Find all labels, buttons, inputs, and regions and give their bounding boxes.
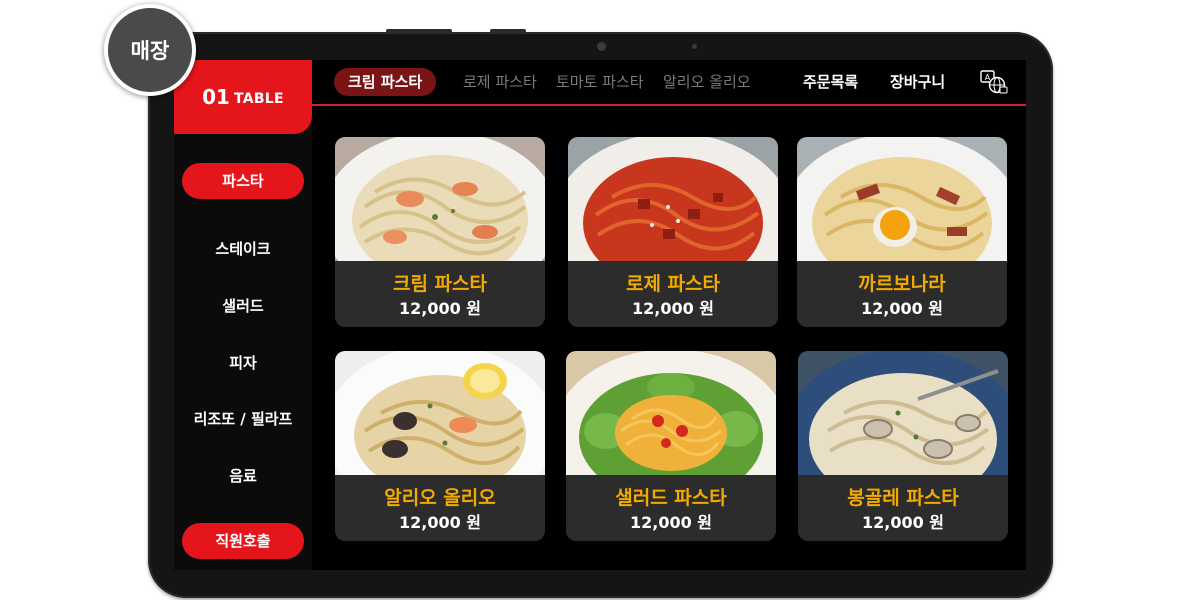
category-salad[interactable]: 샐러드 (174, 295, 312, 316)
menu-item-name: 샐러드 파스타 (615, 487, 727, 509)
menu-item-price: 12,000 원 (398, 513, 482, 532)
category-pizza[interactable]: 피자 (174, 352, 312, 373)
salad-pasta-photo (566, 351, 776, 475)
menu-item-price: 12,000 원 (861, 513, 945, 532)
menu-item-card[interactable]: 알리오 올리오 12,000 원 (335, 351, 545, 541)
rose-pasta-photo (568, 137, 778, 261)
aglio-olio-photo (335, 351, 545, 475)
category-steak[interactable]: 스테이크 (174, 238, 312, 259)
menu-item-card[interactable]: 로제 파스타 12,000 원 (568, 137, 778, 327)
carbonara-photo (797, 137, 1007, 261)
vongole-pasta-photo (798, 351, 1008, 475)
menu-item-name: 크림 파스타 (392, 273, 487, 295)
cart-button[interactable]: 장바구니 (890, 68, 945, 96)
tab-tomato-pasta[interactable]: 토마토 파스타 (556, 68, 644, 96)
kiosk-screen: 01 TABLE 파스타 스테이크 샐러드 피자 리조또 / 필라프 음료 직원… (174, 60, 1026, 570)
table-number: 01 TABLE (174, 60, 312, 134)
menu-item-name: 까르보나라 (858, 273, 946, 295)
menu-item-price: 12,000 원 (398, 299, 482, 318)
category-sidebar: 01 TABLE 파스타 스테이크 샐러드 피자 리조또 / 필라프 음료 직원… (174, 60, 312, 570)
call-staff-button[interactable]: 직원호출 (182, 523, 304, 559)
svg-text:A: A (985, 73, 991, 82)
language-icon[interactable]: A (980, 70, 1008, 94)
category-pasta[interactable]: 파스타 (182, 163, 304, 199)
menu-item-card[interactable]: 크림 파스타 12,000 원 (335, 137, 545, 327)
menu-item-name: 로제 파스타 (625, 273, 720, 295)
tab-aglio-olio[interactable]: 알리오 올리오 (663, 68, 751, 96)
menu-item-price: 12,000 원 (631, 299, 715, 318)
tab-rose-pasta[interactable]: 로제 파스타 (463, 68, 537, 96)
camera-icon (597, 42, 606, 51)
menu-item-price: 12,000 원 (860, 299, 944, 318)
table-number-label: TABLE (233, 90, 284, 107)
cream-pasta-photo (335, 137, 545, 261)
store-badge-label: 매장 (130, 39, 170, 63)
tab-cream-pasta[interactable]: 크림 파스타 (334, 68, 437, 96)
menu-item-card[interactable]: 까르보나라 12,000 원 (797, 137, 1007, 327)
top-bar: 크림 파스타 로제 파스타 토마토 파스타 알리오 올리오 주문목록 장바구니 … (312, 60, 1026, 106)
tablet-button (490, 29, 526, 33)
sensor-icon (692, 44, 697, 49)
menu-item-name: 봉골레 파스타 (847, 487, 959, 509)
order-list-button[interactable]: 주문목록 (803, 68, 858, 96)
table-number-value: 01 (202, 85, 230, 109)
menu-item-card[interactable]: 샐러드 파스타 12,000 원 (566, 351, 776, 541)
category-risotto-pilaf[interactable]: 리조또 / 필라프 (174, 408, 312, 429)
store-badge: 매장 (104, 4, 196, 96)
menu-item-card[interactable]: 봉골레 파스타 12,000 원 (798, 351, 1008, 541)
category-drinks[interactable]: 음료 (174, 465, 312, 486)
menu-item-name: 알리오 올리오 (384, 487, 496, 509)
menu-item-price: 12,000 원 (629, 513, 713, 532)
tablet-button (386, 29, 452, 33)
